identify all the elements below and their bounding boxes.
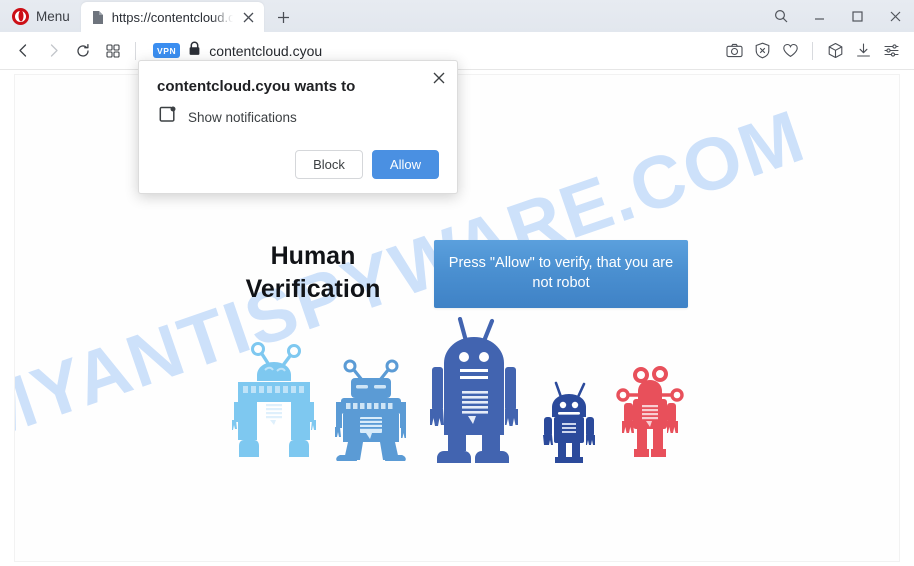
robot-1 (232, 342, 316, 457)
notification-permission-dialog: contentcloud.cyou wants to Show notifica… (138, 60, 458, 194)
tab-close-button[interactable] (240, 8, 258, 26)
page-favicon-icon (91, 10, 105, 25)
browser-window: Menu https://contentcloud.c VPN contentc… (0, 0, 914, 566)
window-controls (762, 0, 914, 32)
url-text: contentcloud.cyou (209, 42, 323, 59)
robot-2 (335, 359, 406, 461)
allow-button[interactable]: Allow (371, 150, 439, 179)
page-title: Human Verification (245, 242, 381, 303)
new-tab-button[interactable] (269, 2, 299, 32)
close-window-button[interactable] (876, 0, 914, 32)
tab-strip: Menu https://contentcloud.c (0, 0, 914, 32)
notification-icon (159, 106, 176, 128)
verify-instruction-banner[interactable]: Press "Allow" to verify, that you are no… (434, 240, 688, 308)
forward-button (38, 36, 68, 66)
hero-section: Human Verification Press "Allow" to veri… (15, 240, 899, 308)
robot-illustrations (15, 315, 899, 465)
menu-label: Menu (36, 8, 70, 24)
easy-setup-button[interactable] (878, 38, 904, 64)
robot-4 (543, 381, 595, 463)
toolbar-divider (135, 41, 136, 60)
downloads-button[interactable] (850, 38, 876, 64)
toolbar-divider-2 (812, 41, 813, 60)
padlock-icon (188, 41, 201, 61)
favorites-button[interactable] (777, 38, 803, 64)
permission-label: Show notifications (188, 109, 297, 125)
back-button[interactable] (8, 36, 38, 66)
workspaces-button[interactable] (822, 38, 848, 64)
maximize-button[interactable] (838, 0, 876, 32)
reload-button[interactable] (68, 36, 98, 66)
permission-row: Show notifications (157, 106, 439, 128)
dialog-title: contentcloud.cyou wants to (157, 78, 356, 95)
snapshot-button[interactable] (721, 38, 747, 64)
ad-blocker-button[interactable] (749, 38, 775, 64)
dialog-close-button[interactable] (428, 67, 450, 89)
browser-tab[interactable]: https://contentcloud.c (80, 2, 264, 32)
search-button[interactable] (762, 0, 800, 32)
robot-5 (616, 366, 684, 457)
dialog-actions: Block Allow (157, 150, 439, 179)
tab-tiles-button[interactable] (98, 36, 128, 66)
block-button[interactable]: Block (295, 150, 363, 179)
robot-3 (430, 317, 518, 463)
opera-menu-button[interactable]: Menu (0, 0, 81, 32)
opera-logo-icon (12, 7, 29, 25)
tab-title: https://contentcloud.c (111, 9, 233, 25)
toolbar-right (721, 38, 904, 64)
minimize-button[interactable] (800, 0, 838, 32)
vpn-badge[interactable]: VPN (153, 43, 181, 58)
